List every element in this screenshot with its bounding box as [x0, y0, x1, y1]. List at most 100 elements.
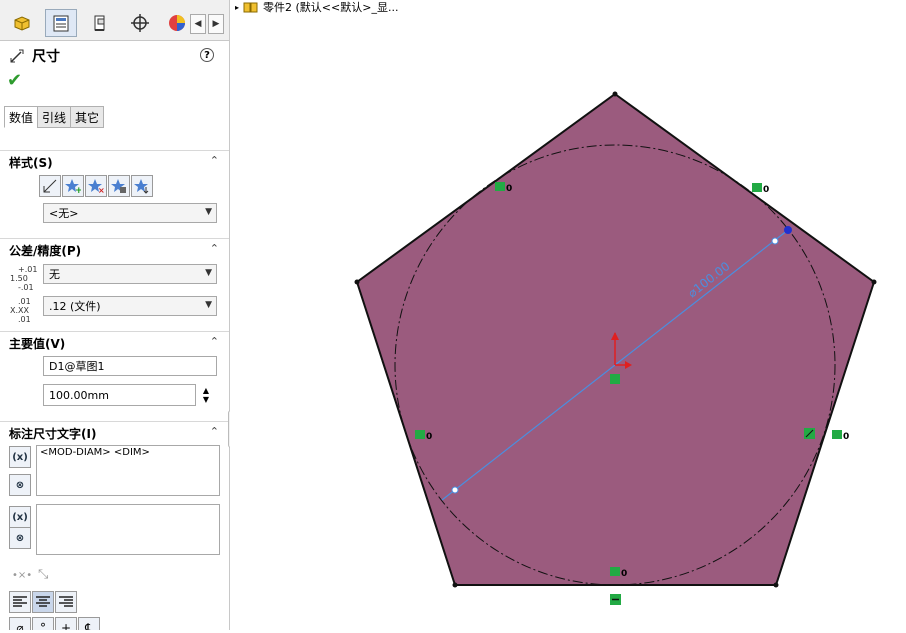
diameter-symbol-button[interactable]: ⌀: [9, 617, 31, 630]
dimension-value-field[interactable]: 100.00mm: [43, 384, 196, 406]
load-style-button[interactable]: [131, 175, 153, 197]
center-dimension-button-2[interactable]: ⊗: [9, 527, 31, 549]
horizontal-relation-icon[interactable]: [610, 594, 621, 605]
tab-leaders[interactable]: 引线: [37, 106, 72, 128]
sketch-view[interactable]: ⌀100.00 0 0 0 0 0: [230, 0, 906, 630]
align-left-icon: [13, 596, 27, 607]
ok-check-icon[interactable]: ✔: [7, 72, 22, 90]
collapse-chevron-icon[interactable]: ⌃: [210, 335, 219, 348]
help-icon[interactable]: ?: [200, 48, 214, 62]
svg-text:+: +: [75, 186, 81, 194]
default-style-icon: [43, 179, 57, 193]
primary-value-group-header[interactable]: 主要值(V) ⌃: [0, 331, 229, 353]
display-manager-tab[interactable]: [165, 9, 189, 37]
tol-icon-lower: -.01: [18, 283, 34, 292]
save-style-icon: [111, 179, 126, 193]
style-group-title: 样式(S): [9, 156, 53, 170]
collapse-chevron-icon[interactable]: ⌃: [210, 242, 219, 255]
dimension-value: 100.00mm: [49, 388, 109, 402]
save-style-button[interactable]: [108, 175, 130, 197]
scroll-left-button[interactable]: ◀: [190, 14, 206, 34]
add-style-button[interactable]: +: [62, 175, 84, 197]
featuremanager-icon: [14, 16, 30, 31]
leader-icon[interactable]: ⤡: [38, 567, 48, 582]
tolerance-type-icon: +.01 1.50 -.01: [10, 265, 37, 292]
plus-minus-icon: +: [60, 621, 72, 630]
diameter-icon: ⌀: [16, 621, 24, 630]
center-dimension-button[interactable]: ⊗: [9, 474, 31, 496]
tangent-relation-icon[interactable]: 0: [752, 183, 769, 195]
prec-icon-lower: .01: [18, 315, 31, 324]
tab-value[interactable]: 数值: [4, 106, 39, 128]
centerline-icon: ℄: [85, 621, 93, 630]
plusminus-symbol-button[interactable]: +: [55, 617, 77, 630]
collapse-chevron-icon[interactable]: ⌃: [210, 154, 219, 167]
manager-tab-bar: ◀ ▶: [0, 0, 229, 41]
flyout-feature-tree[interactable]: ▸ 零件2 (默认<<默认>_显...: [235, 0, 398, 14]
style-select-value: <无>: [49, 207, 79, 220]
apply-default-style-button[interactable]: [39, 175, 61, 197]
precision-select[interactable]: .12 (文件) ▼: [43, 296, 217, 316]
add-parentheses-button-2[interactable]: (x): [9, 506, 31, 528]
style-buttons: + ×: [39, 175, 153, 197]
add-parentheses-button[interactable]: (x): [9, 446, 31, 468]
equal-relation-icon[interactable]: [804, 428, 815, 439]
configurationmanager-tab[interactable]: [84, 9, 116, 37]
offset-text-icon[interactable]: •×•: [12, 570, 32, 581]
parentheses-icon: (x): [12, 451, 28, 463]
scroll-right-button[interactable]: ▶: [208, 14, 224, 34]
align-center-button[interactable]: [32, 591, 54, 613]
coincident-relation-icon[interactable]: [610, 374, 620, 384]
justify-buttons: [9, 591, 77, 613]
vertex-point[interactable]: [354, 279, 360, 285]
style-select[interactable]: <无> ▼: [43, 203, 217, 223]
dimension-handle[interactable]: [771, 237, 779, 245]
graphics-area[interactable]: ⌀100.00 0 0 0 0 0: [230, 0, 906, 630]
tolerance-type-select[interactable]: 无 ▼: [43, 264, 217, 284]
vertex-point[interactable]: [612, 91, 618, 97]
dimension-endpoint[interactable]: [784, 226, 792, 234]
dimension-name-field[interactable]: D1@草图1: [43, 356, 217, 376]
tab-other[interactable]: 其它: [70, 106, 105, 128]
relation-label: 0: [843, 432, 849, 442]
tangent-relation-icon[interactable]: 0: [832, 430, 849, 442]
dimension-text-upper[interactable]: <MOD-DIAM> <DIM>: [36, 445, 220, 496]
style-group-header[interactable]: 样式(S) ⌃: [0, 150, 229, 172]
vertex-point[interactable]: [773, 582, 779, 588]
dimension-text-group-header[interactable]: 标注尺寸文字(I) ⌃: [0, 421, 229, 443]
degree-symbol-button[interactable]: °: [32, 617, 54, 630]
precision-value: .12 (文件): [49, 300, 101, 313]
featuremanager-tab[interactable]: [6, 9, 38, 37]
pm-title: 尺寸: [32, 49, 60, 65]
prec-icon-upper: .01: [18, 297, 31, 306]
svg-text:×: ×: [98, 186, 104, 194]
delete-style-icon: ×: [88, 179, 104, 194]
degree-icon: °: [40, 621, 46, 630]
relation-label: 0: [506, 184, 512, 194]
spin-down-icon[interactable]: ▼: [200, 395, 212, 404]
centerline-symbol-button[interactable]: ℄: [78, 617, 100, 630]
tol-icon-upper: +.01: [18, 265, 38, 274]
primary-value-group-title: 主要值(V): [9, 337, 66, 351]
relation-label: 0: [426, 432, 432, 442]
propertymanager-icon: [53, 15, 69, 32]
dimension-handle[interactable]: [451, 486, 459, 494]
property-manager-panel: ◀ ▶ 尺寸 ? ✔ 数值 引线 其它 样式(S) ⌃ + ×: [0, 0, 230, 630]
align-right-icon: [59, 596, 73, 607]
vertex-point[interactable]: [452, 582, 458, 588]
value-spinner[interactable]: ▲ ▼: [200, 386, 212, 404]
align-right-button[interactable]: [55, 591, 77, 613]
vertex-point[interactable]: [871, 279, 877, 285]
relation-label: 0: [621, 569, 627, 579]
dimension-text-lower[interactable]: [36, 504, 220, 555]
spin-up-icon[interactable]: ▲: [200, 386, 212, 395]
delete-style-button[interactable]: ×: [85, 175, 107, 197]
dimxpertmanager-icon: [131, 14, 149, 32]
collapse-chevron-icon[interactable]: ⌃: [210, 425, 219, 438]
tolerance-group-header[interactable]: 公差/精度(P) ⌃: [0, 238, 229, 260]
propertymanager-tab[interactable]: [45, 9, 77, 37]
align-left-button[interactable]: [9, 591, 31, 613]
parentheses-icon: (x): [12, 511, 28, 523]
dimxpertmanager-tab[interactable]: [124, 9, 156, 37]
expand-arrow-icon[interactable]: ▸: [235, 3, 239, 12]
